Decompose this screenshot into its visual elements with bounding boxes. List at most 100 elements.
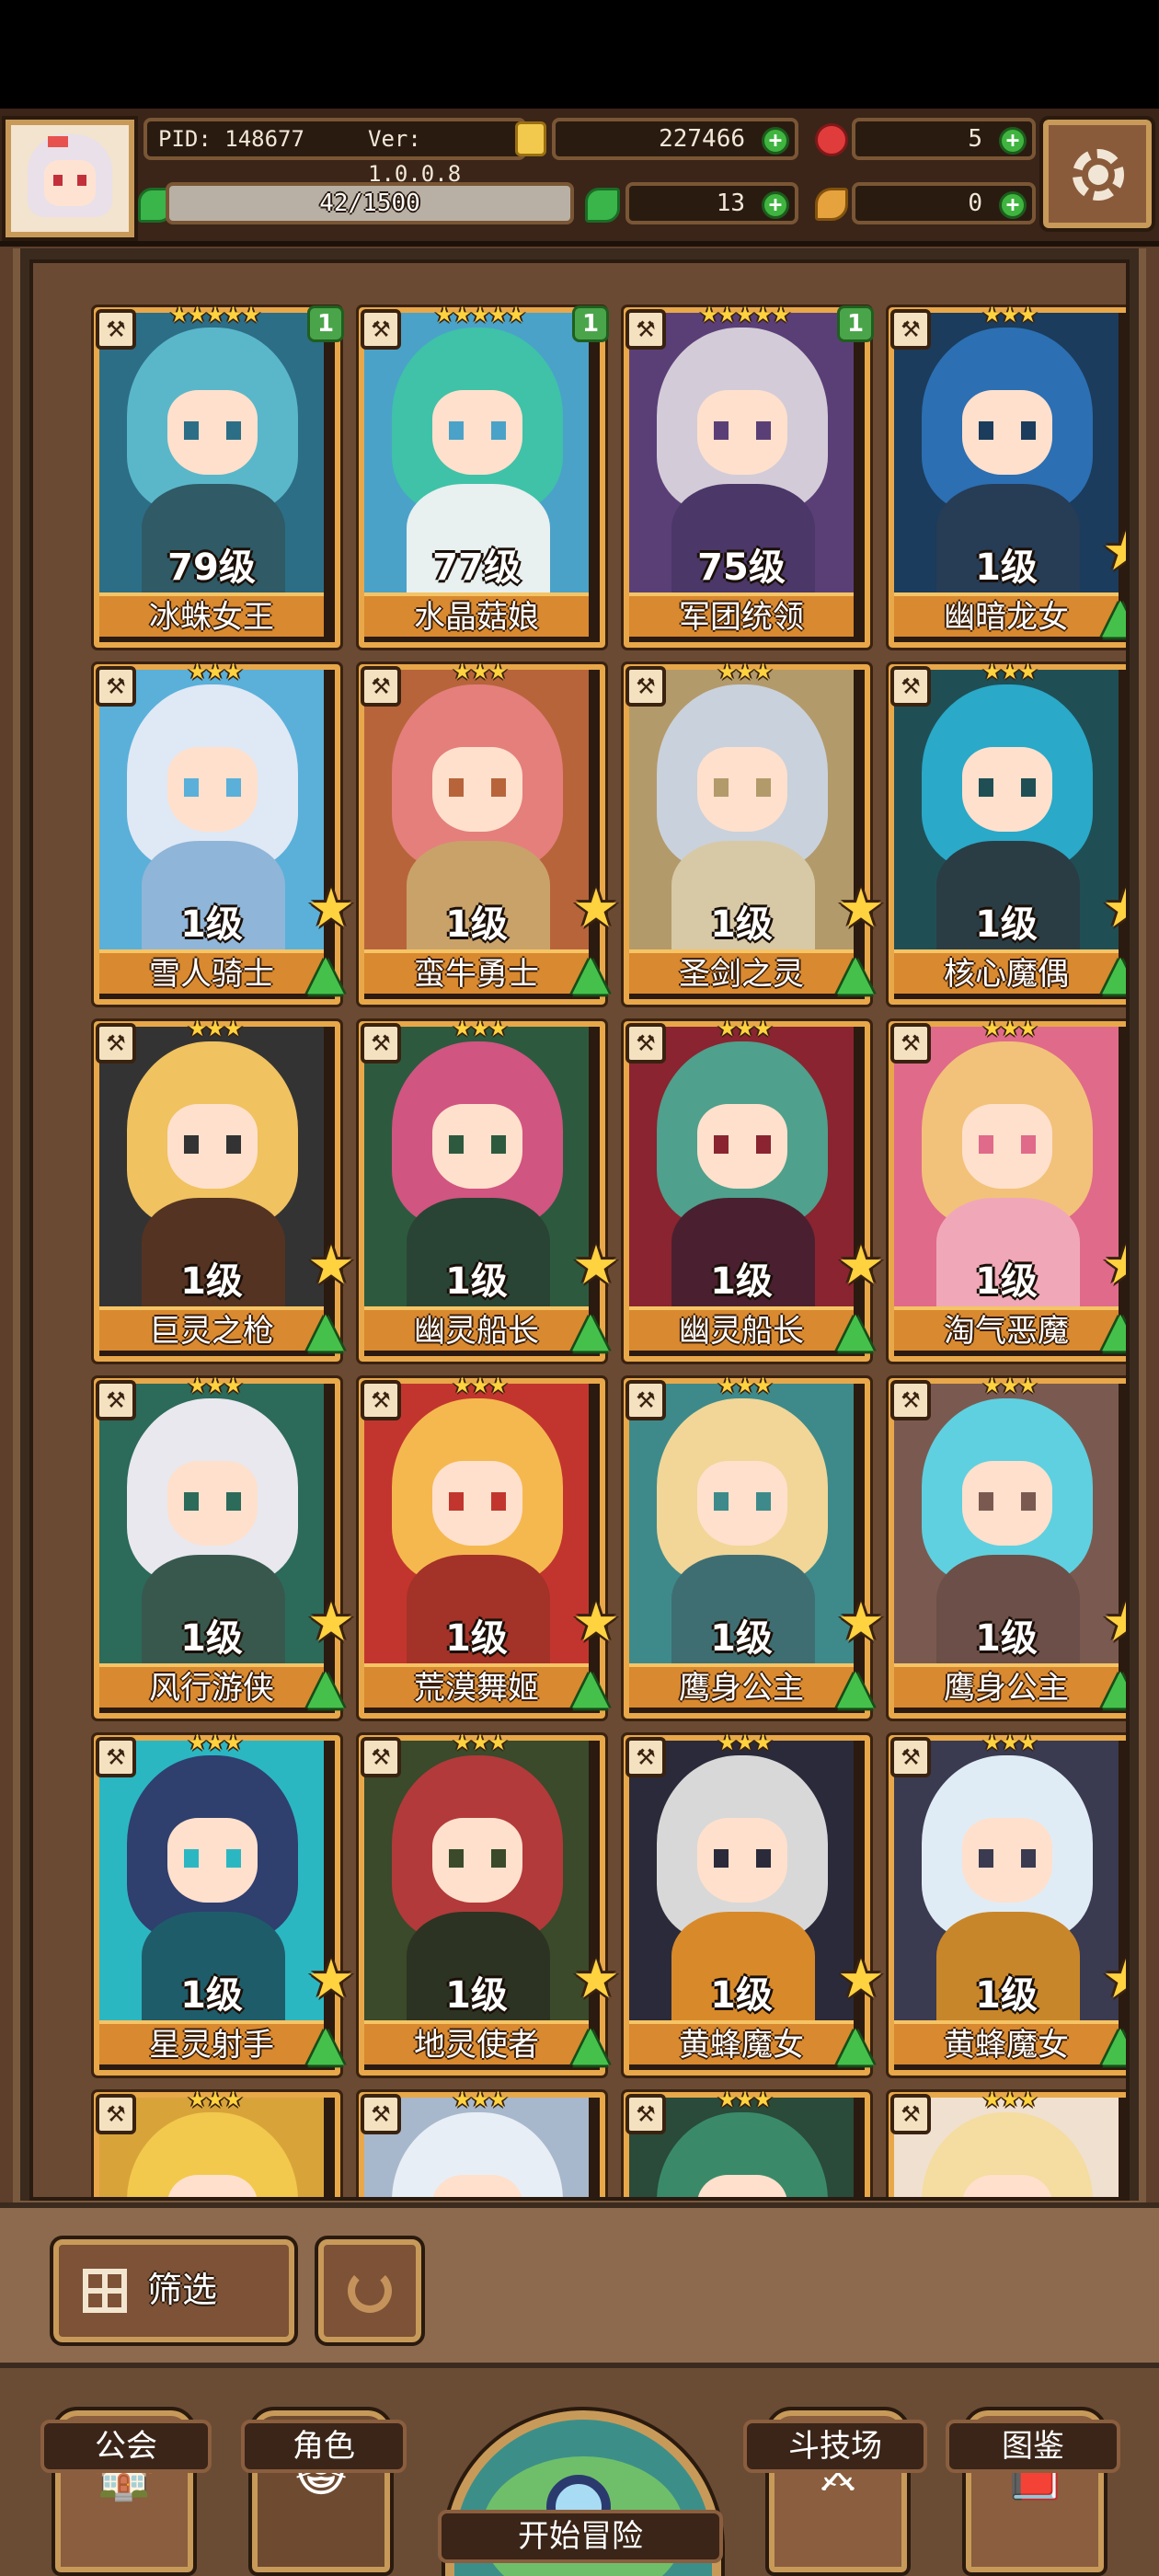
class-badge-icon: ⚒ (361, 2094, 401, 2134)
star-upgrade-icon[interactable]: ★ (307, 1952, 361, 2006)
level-up-arrow-icon[interactable]: ▲ (837, 2017, 890, 2070)
player-avatar[interactable] (2, 116, 138, 241)
star-upgrade-icon[interactable]: ★ (1102, 1238, 1126, 1292)
character-card[interactable]: ⚒ ★★★ 1级淘气恶魔 ★ ▲ (886, 1016, 1126, 1364)
class-badge-icon: ⚒ (361, 1023, 401, 1064)
rarity-stars: ★★★ (452, 1730, 509, 1755)
star-upgrade-icon[interactable]: ★ (1102, 524, 1126, 578)
star-upgrade-icon[interactable]: ★ (837, 1952, 890, 2006)
filter-button[interactable]: 筛选 (50, 2236, 298, 2346)
level-up-arrow-icon[interactable]: ▲ (1102, 1303, 1126, 1356)
character-card[interactable]: ⚒★★★1级鹰身公主★▲ (886, 1373, 1126, 1721)
character-card[interactable]: ⚒ ★★★ 1级 幽灵船长 ★ ▲ (621, 1016, 885, 1364)
info-pill: PID: 148677 Ver: 1.0.0.8 (143, 118, 526, 187)
character-card[interactable]: ⚒ ★★★ (621, 2087, 873, 2197)
character-card[interactable]: ⚒ ★★★★★ 1 79级 冰蛛女王 (91, 302, 344, 650)
portrait-eye (184, 421, 199, 440)
character-card[interactable]: ⚒ ★★★ 1级 荒漠舞姬 ★ ▲ (356, 1373, 620, 1721)
level-up-arrow-icon[interactable]: ▲ (837, 1303, 890, 1356)
level-up-arrow-icon[interactable]: ▲ (307, 1303, 361, 1356)
character-name: 幽灵船长 (629, 1306, 854, 1351)
level-up-arrow-icon[interactable]: ▲ (572, 946, 625, 999)
star-upgrade-icon[interactable]: ★ (307, 1238, 361, 1292)
star-upgrade-icon[interactable]: ★ (837, 881, 890, 935)
character-level: 1级 (445, 1974, 508, 2017)
rarity-stars: ★★★ (187, 1016, 244, 1041)
add-clover-button[interactable]: + (762, 191, 789, 219)
character-card[interactable]: ⚒ ★★★ 1级 风行游侠 ★ ▲ (91, 1373, 355, 1721)
character-name: 鹰身公主 (629, 1663, 854, 1708)
level-up-arrow-icon[interactable]: ▲ (1102, 946, 1126, 999)
add-feather-button[interactable]: + (999, 191, 1027, 219)
star-upgrade-icon[interactable]: ★ (1102, 1952, 1126, 2006)
character-card[interactable]: ⚒ ★★★ 1级 幽灵船长 ★ ▲ (356, 1016, 620, 1364)
star-upgrade-icon[interactable]: ★ (307, 1595, 361, 1649)
character-card[interactable]: ⚒ ★★★ 1级 巨灵之枪 ★ ▲ (91, 1016, 355, 1364)
star-upgrade-icon[interactable]: ★ (572, 881, 625, 935)
level-up-arrow-icon[interactable]: ▲ (837, 1660, 890, 1713)
rarity-stars: ★★★ (187, 1730, 244, 1755)
star-upgrade-icon[interactable]: ★ (837, 1238, 890, 1292)
stamina-value: 42/1500 (319, 190, 420, 217)
level-up-arrow-icon[interactable]: ▲ (837, 946, 890, 999)
character-card[interactable]: ⚒ ★★★ 1级 蛮牛勇士 ★ ▲ (356, 659, 620, 1007)
class-badge-icon: ⚒ (625, 309, 666, 350)
character-card[interactable]: ⚒ ★★★ 1级核心魔偶 ★ ▲ (886, 659, 1126, 1007)
game-version: Ver: 1.0.0.8 (368, 126, 462, 187)
level-up-arrow-icon[interactable]: ▲ (307, 946, 361, 999)
nav-arena-label[interactable]: 斗技场 (743, 2420, 927, 2473)
level-up-arrow-icon[interactable]: ▲ (572, 1660, 625, 1713)
level-up-arrow-icon[interactable]: ▲ (1102, 589, 1126, 642)
character-name: 淘气恶魔 (894, 1306, 1119, 1351)
level-up-arrow-icon[interactable]: ▲ (307, 1660, 361, 1713)
portrait-eye (449, 778, 464, 797)
nav-character-label[interactable]: 角色 (241, 2420, 407, 2473)
character-card[interactable]: ⚒ ★★★ (356, 2087, 608, 2197)
character-card[interactable]: ⚒ ★★★ (886, 2087, 1126, 2197)
level-up-arrow-icon[interactable]: ▲ (307, 2017, 361, 2070)
star-upgrade-icon[interactable]: ★ (1102, 881, 1126, 935)
level-up-arrow-icon[interactable]: ▲ (1102, 2017, 1126, 2070)
star-upgrade-icon[interactable]: ★ (1102, 1595, 1126, 1649)
rarity-stars: ★★★ (981, 1373, 1039, 1398)
character-name: 核心魔偶 (894, 949, 1119, 994)
character-list[interactable]: ⚒ ★★★★★ 1 79级 冰蛛女王 ⚒ ★★★★★ 1 77级 水晶菇娘 ⚒ ★★★★★ 1 75级 军团… (29, 259, 1130, 2201)
star-upgrade-icon[interactable]: ★ (572, 1595, 625, 1649)
character-card[interactable]: ⚒★★★1级黄蜂魔女★▲ (886, 1730, 1126, 2078)
character-card[interactable]: ⚒ ★★★ 1级幽暗龙女 ★ ▲ (886, 302, 1126, 650)
character-card[interactable]: ⚒ ★★★ 1级 地灵使者 ★ ▲ (356, 1730, 620, 2078)
character-card[interactable]: ⚒ ★★★★★ 1 75级 军团统领 (621, 302, 874, 650)
level-up-arrow-icon[interactable]: ▲ (572, 2017, 625, 2070)
character-card[interactable]: ⚒★★★1级鹰身公主★▲ (621, 1373, 885, 1721)
character-card[interactable]: ⚒ ★★★★★ 1 77级 水晶菇娘 (356, 302, 609, 650)
refresh-button[interactable] (315, 2236, 425, 2346)
level-up-arrow-icon[interactable]: ▲ (572, 1303, 625, 1356)
clover-amount: 13 (716, 190, 745, 217)
star-upgrade-icon[interactable]: ★ (307, 881, 361, 935)
star-upgrade-icon[interactable]: ★ (572, 1238, 625, 1292)
character-card[interactable]: ⚒ ★★★ (91, 2087, 343, 2197)
character-card[interactable]: ⚒ ★★★ 1级 雪人骑士 ★ ▲ (91, 659, 355, 1007)
clover-pill: 13 + (625, 182, 798, 224)
portrait-eye (714, 1849, 729, 1868)
rarity-stars: ★★★ (981, 1730, 1039, 1755)
class-badge-icon: ⚒ (890, 1023, 931, 1064)
start-adventure-label[interactable]: 开始冒险 (438, 2510, 723, 2563)
portrait-face (697, 1104, 787, 1189)
star-upgrade-icon[interactable]: ★ (837, 1595, 890, 1649)
add-gold-button[interactable]: + (762, 127, 789, 155)
star-upgrade-icon[interactable]: ★ (572, 1952, 625, 2006)
settings-button[interactable] (1039, 116, 1155, 232)
character-card[interactable]: ⚒ ★★★ 1级 星灵射手 ★ ▲ (91, 1730, 355, 2078)
character-card[interactable]: ⚒★★★1级黄蜂魔女★▲ (621, 1730, 885, 2078)
nav-guild-label[interactable]: 公会 (40, 2420, 212, 2473)
filter-label: 筛选 (147, 2270, 218, 2310)
character-level: 77级 (432, 546, 521, 589)
class-badge-icon: ⚒ (361, 666, 401, 707)
add-gem-button[interactable]: + (999, 127, 1027, 155)
class-badge-icon: ⚒ (625, 1737, 666, 1777)
character-card[interactable]: ⚒ ★★★ 1级 圣剑之灵 ★ ▲ (621, 659, 885, 1007)
nav-codex-label[interactable]: 图鉴 (946, 2420, 1120, 2473)
class-badge-icon: ⚒ (890, 309, 931, 350)
level-up-arrow-icon[interactable]: ▲ (1102, 1660, 1126, 1713)
